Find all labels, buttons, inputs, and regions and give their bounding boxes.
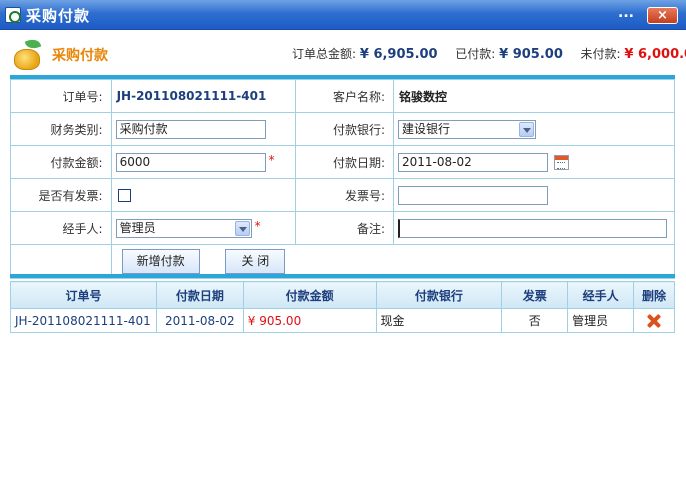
total-value: ¥ 6,905.00 (359, 47, 438, 62)
chevron-down-icon[interactable] (234, 220, 250, 236)
payment-form: 订单号: JH-201108021111-401 客户名称: 铭骏数控 财务类别… (10, 79, 676, 279)
window-titlebar: 采购付款 ... × (0, 0, 686, 30)
unpaid-label: 未付款: (580, 47, 621, 61)
column-header: 付款金额 (242, 281, 377, 309)
has-invoice-checkbox[interactable] (117, 189, 131, 202)
customer-value: 铭骏数控 (399, 89, 448, 104)
required-mark: * (254, 218, 261, 233)
bank-select[interactable]: 建设银行 (398, 119, 536, 139)
finance-type-field[interactable]: 采购付款 (115, 119, 266, 139)
table-row: JH-201108021111-401 2011-08-02 ¥ 905.00 … (10, 308, 675, 333)
date-field[interactable]: 2011-08-02 (398, 152, 548, 172)
column-header: 经手人 (567, 281, 635, 309)
amount-field[interactable]: 6000 (115, 152, 266, 172)
window-close-button[interactable]: × (647, 7, 678, 24)
paid-value: ¥ 905.00 (499, 47, 563, 62)
note-label: 备注: (295, 211, 394, 245)
cell-amount: ¥ 905.00 (242, 308, 377, 333)
column-header: 付款银行 (375, 281, 503, 309)
cell-order-no: JH-201108021111-401 (10, 308, 157, 333)
column-header: 付款日期 (155, 281, 244, 309)
order-no-value: JH-201108021111-401 (116, 89, 267, 103)
grid-header-row: 订单号 付款日期 付款金额 付款银行 发票 经手人 删除 (10, 281, 675, 309)
calendar-icon[interactable] (554, 154, 569, 170)
app-icon (5, 7, 21, 23)
grid-divider (10, 274, 675, 278)
bank-select-value: 建设银行 (402, 121, 451, 136)
money-bag-icon (12, 36, 44, 71)
required-mark: * (268, 152, 275, 167)
column-header: 删除 (633, 281, 675, 309)
handler-select[interactable]: 管理员 (115, 218, 252, 238)
add-payment-button[interactable]: 新增付款 (121, 249, 200, 274)
invoice-no-label: 发票号: (295, 178, 394, 212)
cell-invoice: 否 (501, 308, 569, 333)
window-title: 采购付款 (26, 7, 91, 25)
customer-label: 客户名称: (295, 79, 394, 113)
delete-icon[interactable] (647, 314, 661, 328)
payment-grid: 订单号 付款日期 付款金额 付款银行 发票 经手人 删除 JH-20110802… (10, 281, 675, 333)
cell-handler: 管理员 (567, 308, 635, 333)
close-button[interactable]: 关 闭 (225, 249, 286, 274)
column-header: 发票 (501, 281, 569, 309)
chevron-down-icon[interactable] (519, 121, 534, 137)
paid-label: 已付款: (455, 47, 496, 61)
invoice-no-field[interactable] (398, 185, 548, 205)
handler-label: 经手人: (10, 211, 112, 245)
order-no-label: 订单号: (10, 79, 112, 113)
invoice-question-label: 是否有发票: (10, 178, 112, 212)
amount-label: 付款金额: (10, 145, 112, 179)
payment-summary: 订单总金额: ¥ 6,905.00 已付款: ¥ 905.00 未付款: ¥ 6… (292, 45, 686, 62)
page-title: 采购付款 (52, 48, 108, 64)
cell-date: 2011-08-02 (155, 308, 244, 333)
column-header: 订单号 (10, 281, 157, 309)
more-button[interactable]: ... (618, 5, 634, 21)
page-header: 采购付款 订单总金额: ¥ 6,905.00 已付款: ¥ 905.00 未付款… (0, 31, 686, 77)
handler-select-value: 管理员 (119, 220, 156, 235)
finance-type-label: 财务类别: (10, 112, 112, 146)
note-field[interactable] (398, 218, 667, 238)
total-label: 订单总金额: (292, 47, 357, 61)
date-label: 付款日期: (295, 145, 394, 179)
bank-label: 付款银行: (295, 112, 394, 146)
unpaid-value: ¥ 6,000.00 (624, 47, 686, 62)
cell-bank: 现金 (375, 308, 503, 333)
